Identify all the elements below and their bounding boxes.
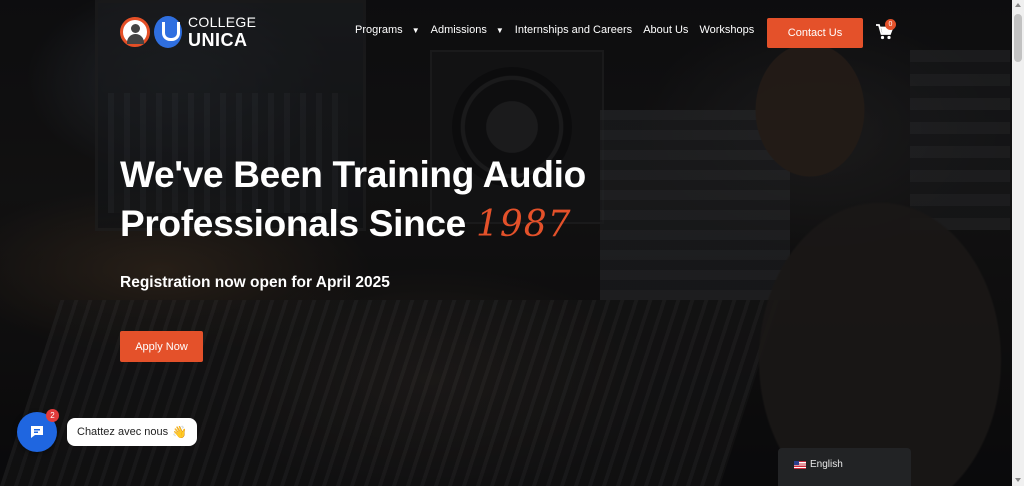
chevron-down-icon: ▼ [495,25,504,35]
headline-line-2: Professionals Since [120,203,466,244]
site-logo[interactable]: COLLEGE UNICA [120,14,256,50]
headline-year: 1987 [475,204,572,245]
chat-notification-badge: 2 [46,409,59,422]
language-switcher[interactable]: English [778,448,911,486]
nav-item-internships-careers[interactable]: Internships and Careers [515,24,632,36]
nav-item-label: Admissions [430,24,487,36]
wave-emoji-icon: 👋 [172,425,188,439]
nav-item-label: Internships and Careers [514,24,633,36]
nav-item-label: Programs [355,24,403,36]
logo-line-1: COLLEGE [188,14,257,30]
hero-subtitle: Registration now open for April 2025 [120,274,390,291]
cart-count-badge: 0 [885,19,896,30]
logo-text: COLLEGE UNICA [188,15,256,49]
scroll-down-arrow-icon[interactable] [1015,478,1021,482]
nav-item-label: Workshops [699,24,755,36]
apply-now-button[interactable]: Apply Now [120,331,203,362]
chevron-down-icon: ▼ [411,25,420,35]
nav-item-admissions[interactable]: Admissions ▼ [431,24,504,36]
main-nav: Programs ▼ Admissions ▼ Internships and … [355,24,765,36]
us-flag-icon [794,460,806,469]
contact-us-button[interactable]: Contact Us [767,18,863,48]
page-scrollbar[interactable] [1012,0,1024,486]
hero-headline: We've Been Training Audio Professionals … [120,150,586,249]
nav-item-workshops[interactable]: Workshops [699,24,754,36]
headline-line-1: We've Been Training Audio [120,154,586,195]
nav-item-programs[interactable]: Programs ▼ [355,24,420,36]
language-label: English [810,459,843,470]
hero-section: COLLEGE UNICA Programs ▼ Admissions ▼ In… [0,0,1012,486]
nav-item-label: About Us [643,24,689,36]
chat-prompt-bubble[interactable]: Chattez avec nous 👋 [67,418,198,446]
logo-icon [120,14,182,50]
scroll-up-arrow-icon[interactable] [1015,3,1021,7]
logo-line-2: UNICA [188,30,248,50]
scrollbar-thumb[interactable] [1014,14,1022,62]
chat-prompt-text: Chattez avec nous [77,426,169,438]
nav-item-about-us[interactable]: About Us [643,24,688,36]
chat-bubble-icon [31,426,43,438]
